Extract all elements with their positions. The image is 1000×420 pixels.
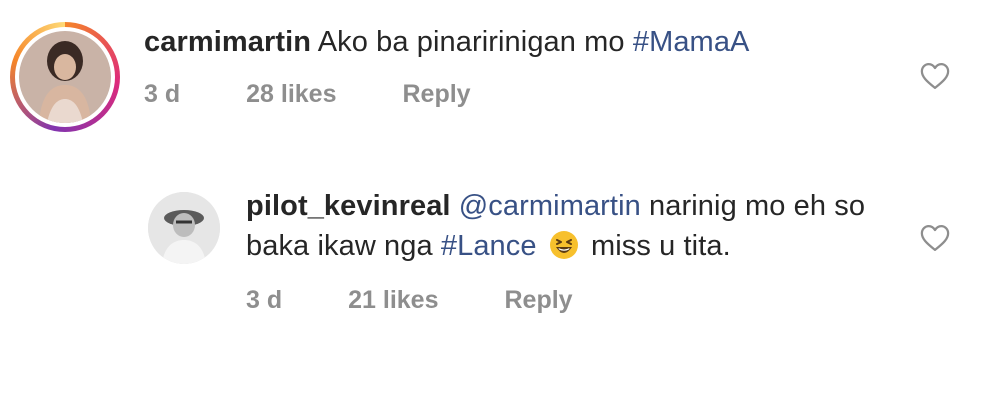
comment-message-part2: miss u tita.: [590, 230, 731, 262]
comment-body: carmimartin Ako ba pinaririnigan mo #Mam…: [144, 22, 904, 109]
comment-username[interactable]: pilot_kevinreal: [246, 190, 451, 222]
avatar-image: [148, 192, 220, 264]
reply-button[interactable]: Reply: [504, 286, 572, 315]
comment-timestamp[interactable]: 3 d: [144, 80, 180, 109]
comment-timestamp[interactable]: 3 d: [246, 286, 282, 315]
avatar[interactable]: [148, 192, 220, 264]
story-ring[interactable]: [10, 22, 120, 132]
comment-text: carmimartin Ako ba pinaririnigan mo #Mam…: [144, 22, 904, 62]
hashtag-link[interactable]: #Lance: [441, 230, 537, 262]
comment-likes-count[interactable]: 21 likes: [348, 286, 438, 315]
mention-link[interactable]: @carmimartin: [459, 190, 641, 222]
reply-comment-item: pilot_kevinreal @carmimartin narinig mo …: [148, 186, 1000, 315]
grinning-squinting-face-icon: [549, 231, 578, 259]
like-heart-icon[interactable]: [920, 224, 950, 252]
reply-button[interactable]: Reply: [402, 80, 470, 109]
comment-body: pilot_kevinreal @carmimartin narinig mo …: [246, 186, 906, 315]
comment-text: pilot_kevinreal @carmimartin narinig mo …: [246, 186, 906, 266]
comment-message: Ako ba pinaririnigan mo: [317, 26, 625, 58]
comment-username[interactable]: carmimartin: [144, 26, 311, 58]
comment-item: carmimartin Ako ba pinaririnigan mo #Mam…: [10, 22, 1000, 132]
hashtag-link[interactable]: #MamaA: [633, 26, 750, 58]
comment-likes-count[interactable]: 28 likes: [246, 80, 336, 109]
avatar[interactable]: [19, 31, 111, 123]
comment-meta: 3 d 28 likes Reply: [144, 80, 904, 109]
avatar-image: [19, 31, 111, 123]
like-heart-icon[interactable]: [920, 62, 950, 90]
comment-meta: 3 d 21 likes Reply: [246, 286, 906, 315]
avatar-ring-gap: [15, 27, 115, 127]
